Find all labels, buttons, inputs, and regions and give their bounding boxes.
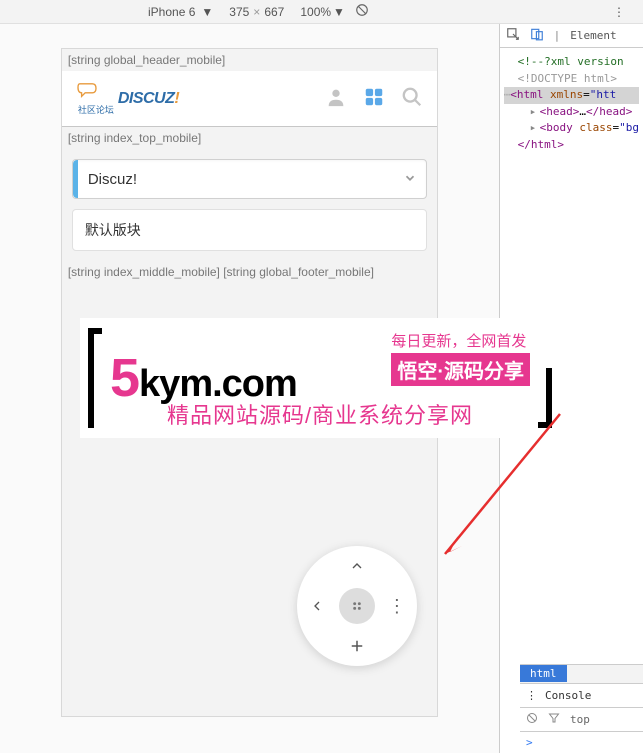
dropdown-icon: ▼ (201, 5, 213, 19)
console-drawer-tab: ⋮ Console (520, 684, 643, 708)
tab-elements[interactable]: Element (570, 29, 616, 42)
clear-icon[interactable] (526, 712, 538, 727)
elements-tree[interactable]: <!--?xml version <!DOCTYPE html> ⋯<html … (500, 48, 643, 159)
logo[interactable]: 社区论坛 DISCUZ! (76, 82, 179, 116)
tab-console[interactable]: Console (545, 689, 591, 702)
nav-up-icon[interactable] (339, 548, 375, 584)
board-name: 默认版块 (85, 222, 141, 238)
speech-bubble-icon (76, 82, 98, 100)
search-icon[interactable] (401, 86, 423, 111)
user-icon[interactable] (325, 86, 347, 111)
console-body[interactable]: > (520, 732, 643, 753)
device-selector[interactable]: iPhone 6 ▼ (148, 5, 213, 19)
device-toggle-icon[interactable] (530, 27, 544, 44)
watermark-overlay: 5kym.com 每日更新，全网首发 悟空·源码分享 精品网站源码/商业系统分享… (80, 318, 560, 438)
device-toolbar: iPhone 6 ▼ 375 × 667 100% ▼ ⋮ (0, 0, 643, 24)
devtools-tabs: | Element (500, 24, 643, 48)
floating-nav: ⋮ (297, 546, 417, 666)
more-options-icon[interactable]: ⋮ (613, 5, 625, 19)
board-item[interactable]: 默认版块 (72, 209, 427, 251)
category-select[interactable]: Discuz! (72, 159, 427, 199)
logo-text: DISCUZ! (118, 90, 179, 108)
chevron-down-icon (394, 171, 426, 188)
zoom-level[interactable]: 100% (300, 5, 331, 19)
filter-icon[interactable] (548, 712, 560, 727)
inspect-icon[interactable] (506, 27, 520, 44)
viewport-height[interactable]: 667 (264, 5, 284, 19)
viewport-width[interactable]: 375 (229, 5, 249, 19)
nav-add-icon[interactable] (339, 628, 375, 664)
placeholder-top: [string index_top_mobile] (62, 127, 437, 149)
mobile-header: 社区论坛 DISCUZ! (62, 71, 437, 127)
category-label: Discuz! (78, 171, 394, 188)
grid-icon[interactable] (363, 86, 385, 111)
nav-more-icon[interactable]: ⋮ (379, 588, 415, 624)
console-prompt: > (526, 736, 533, 749)
more-icon[interactable]: ⋮ (526, 689, 537, 702)
placeholder-middle-footer: [string index_middle_mobile] [string glo… (62, 261, 437, 283)
rotate-icon[interactable] (355, 3, 369, 20)
device-preview-pane: [string global_header_mobile] 社区论坛 DISCU… (0, 24, 500, 753)
device-name: iPhone 6 (148, 5, 195, 19)
breadcrumb-html[interactable]: html (520, 665, 567, 682)
nav-left-icon[interactable] (299, 588, 335, 624)
dropdown-icon: ▼ (333, 5, 345, 19)
logo-subtitle: 社区论坛 (78, 103, 114, 116)
nav-center-icon[interactable] (339, 588, 375, 624)
placeholder-header: [string global_header_mobile] (62, 49, 437, 71)
dimension-separator: × (253, 5, 260, 19)
context-top[interactable]: top (570, 713, 590, 726)
